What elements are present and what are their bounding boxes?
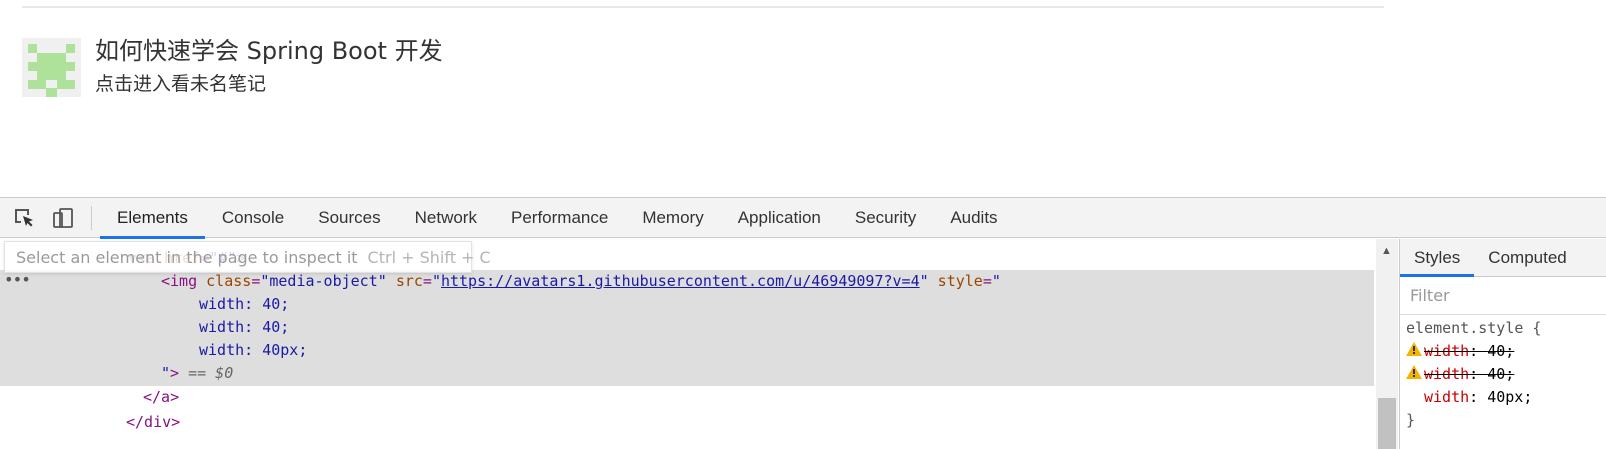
- style-prop-row[interactable]: width: 40;: [1406, 363, 1606, 386]
- rendered-page: 如何快速学会 Spring Boot 开发 点击进入看未名笔记: [0, 0, 1606, 198]
- media-body: 如何快速学会 Spring Boot 开发 点击进入看未名笔记: [95, 36, 443, 97]
- tab-network[interactable]: Network: [398, 198, 494, 238]
- dom-line-style-2[interactable]: width: 40;: [0, 316, 1374, 339]
- devtools-tabs: Elements Console Sources Network Perform…: [100, 198, 1015, 239]
- warning-icon: [1406, 340, 1424, 363]
- tab-audits[interactable]: Audits: [933, 198, 1014, 238]
- tab-application[interactable]: Application: [721, 198, 838, 238]
- style-selector[interactable]: element.style {: [1406, 317, 1606, 340]
- img-src-link[interactable]: https://avatars1.githubusercontent.com/u…: [441, 272, 920, 290]
- page-divider: [22, 6, 1384, 8]
- styles-filter-input[interactable]: Filter: [1400, 277, 1606, 315]
- tab-sources[interactable]: Sources: [301, 198, 397, 238]
- styles-pane: Styles Computed Filter element.style { w…: [1399, 239, 1606, 449]
- tab-performance[interactable]: Performance: [494, 198, 625, 238]
- media-object[interactable]: 如何快速学会 Spring Boot 开发 点击进入看未名笔记: [22, 36, 443, 97]
- selected-node-marker: == $0: [188, 364, 234, 382]
- dom-line-a-close[interactable]: </a>: [0, 386, 1374, 409]
- warning-icon: [1406, 363, 1424, 386]
- scroll-up-arrow-icon[interactable]: ▲: [1381, 245, 1392, 257]
- tab-memory[interactable]: Memory: [625, 198, 720, 238]
- toolbar-separator: [91, 206, 92, 230]
- scrollbar-thumb[interactable]: [1378, 398, 1396, 449]
- page-title[interactable]: 如何快速学会 Spring Boot 开发: [95, 36, 443, 66]
- avatar[interactable]: [22, 38, 81, 97]
- devtools-toolbar: Elements Console Sources Network Perform…: [0, 198, 1606, 239]
- inspect-element-icon[interactable]: [13, 207, 35, 229]
- tab-computed[interactable]: Computed: [1474, 239, 1580, 276]
- tab-security[interactable]: Security: [838, 198, 933, 238]
- tab-elements[interactable]: Elements: [100, 198, 205, 239]
- style-prop-row[interactable]: width: 40px;: [1406, 386, 1606, 409]
- dom-line-style-3[interactable]: width: 40px;: [0, 339, 1374, 362]
- dom-line-style-1[interactable]: width: 40;: [0, 293, 1374, 316]
- devtools-panel: Elements Console Sources Network Perform…: [0, 197, 1606, 449]
- style-prop-row[interactable]: width: 40;: [1406, 340, 1606, 363]
- style-rules: element.style { width: 40; width: 40; wi…: [1400, 317, 1606, 432]
- dom-line-img-end[interactable]: "> == $0: [0, 362, 1374, 385]
- inspect-tooltip: Select an element in the page to inspect…: [4, 241, 491, 273]
- tab-console[interactable]: Console: [205, 198, 301, 238]
- tab-styles[interactable]: Styles: [1400, 239, 1475, 277]
- styles-tabs: Styles Computed: [1400, 239, 1606, 277]
- dom-line-div-close[interactable]: </div>: [0, 411, 1374, 434]
- device-toolbar-icon[interactable]: [52, 207, 74, 229]
- style-close-brace: }: [1406, 411, 1416, 429]
- elements-tree[interactable]: ••• ▼<a href="#"> <img class="media-obje…: [0, 239, 1374, 449]
- page-subtitle[interactable]: 点击进入看未名笔记: [95, 72, 443, 96]
